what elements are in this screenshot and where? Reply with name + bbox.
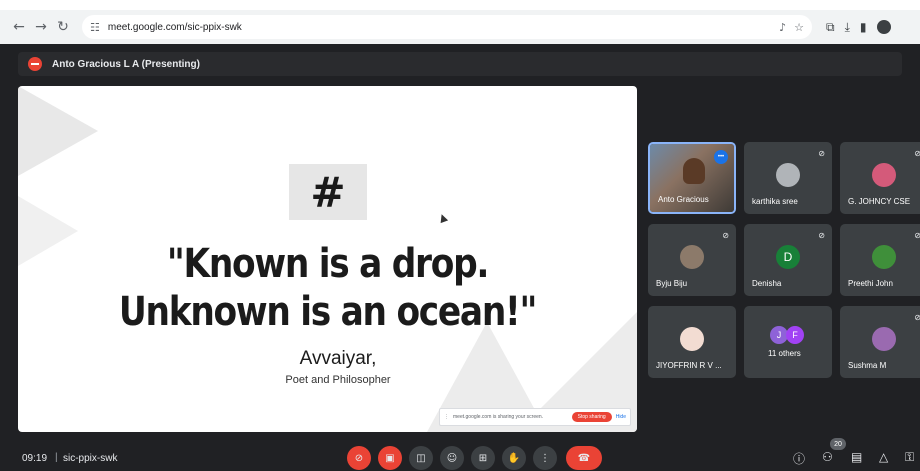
participant-avatar: [872, 327, 896, 351]
participant-avatar: D: [776, 245, 800, 269]
participant-avatar: [872, 163, 896, 187]
download-icon[interactable]: ⤓: [845, 20, 850, 35]
hide-link[interactable]: Hide: [616, 414, 626, 420]
mic-off-icon: ⊘: [914, 313, 920, 322]
screen-sharing-notice: ⋮ meet.google.com is sharing your screen…: [439, 408, 631, 426]
participant-name: karthika sree: [752, 197, 798, 206]
quote-author: Avvaiyar,: [299, 348, 377, 369]
participant-silhouette: [683, 158, 705, 184]
participant-name: Sushma M: [848, 361, 887, 370]
participant-avatar: [680, 245, 704, 269]
host-controls-icon[interactable]: ⚿: [905, 450, 914, 465]
mic-off-icon: ⊘: [818, 149, 825, 158]
speaking-indicator-icon: •••: [714, 150, 728, 164]
captions-icon: ◫: [416, 452, 426, 464]
camera-toggle-button[interactable]: ▣: [378, 446, 402, 470]
slide-quote: "Known is a drop. Unknown is an ocean!": [61, 240, 593, 336]
url-text[interactable]: meet.google.com/sic-ppix-swk: [108, 22, 779, 33]
participant-tile[interactable]: JIYOFFRIN R V ...: [648, 306, 736, 378]
decor-triangle: [18, 86, 98, 176]
hand-icon: ✋: [507, 452, 521, 464]
participant-tile[interactable]: ⊘ G. JOHNCY CSE: [840, 142, 920, 214]
participant-name: JIYOFFRIN R V ...: [656, 361, 722, 370]
mic-off-icon: ⊘: [914, 149, 920, 158]
more-vert-icon: ⋮: [540, 452, 550, 464]
address-bar[interactable]: ☷ meet.google.com/sic-ppix-swk ♪ ☆: [82, 15, 812, 39]
author-role: Poet and Philosopher: [285, 374, 391, 386]
meeting-code: sic-ppix-swk: [63, 453, 118, 464]
captions-button[interactable]: ◫: [409, 446, 433, 470]
emoji-button[interactable]: ☺: [440, 446, 464, 470]
browser-toolbar: ← → ↻ ☷ meet.google.com/sic-ppix-swk ♪ ☆…: [0, 10, 920, 44]
quote-line-2: Unknown is an ocean!": [118, 289, 537, 335]
camera-off-icon: ▣: [385, 452, 395, 464]
info-icon[interactable]: ⓘ: [793, 450, 805, 467]
participant-avatar: [872, 245, 896, 269]
participant-avatar: [680, 327, 704, 351]
participant-tile[interactable]: ⊘ karthika sree: [744, 142, 832, 214]
mic-off-icon: ⊘: [722, 231, 729, 240]
participant-tile[interactable]: ⊘ Preethi John: [840, 224, 920, 296]
presenting-banner: Anto Gracious L A (Presenting): [18, 52, 902, 76]
sharing-text: meet.google.com is sharing your screen.: [453, 414, 544, 420]
activities-icon[interactable]: △: [879, 450, 888, 464]
leave-call-button[interactable]: ☎: [566, 446, 602, 470]
participant-name: Byju Biju: [656, 279, 688, 288]
present-icon: ⊞: [478, 452, 488, 464]
participant-tile[interactable]: ••• Anto Gracious: [648, 142, 736, 214]
sidepanel-icon[interactable]: ▮: [860, 20, 867, 35]
window-top-strip: [0, 0, 920, 10]
separator: |: [55, 452, 58, 463]
raise-hand-button[interactable]: ✋: [502, 446, 526, 470]
present-button[interactable]: ⊞: [471, 446, 495, 470]
mouse-cursor-icon: [437, 212, 449, 224]
others-avatar: F: [786, 326, 804, 344]
participant-name: G. JOHNCY CSE: [848, 197, 911, 206]
reload-icon[interactable]: ↻: [52, 16, 74, 38]
participant-tile[interactable]: ⊘ D Denisha: [744, 224, 832, 296]
emoji-icon: ☺: [446, 452, 458, 464]
mic-off-icon: ⊘: [354, 452, 364, 464]
participant-name: Preethi John: [848, 279, 893, 288]
people-count-badge: 20: [830, 438, 846, 450]
stop-sharing-button[interactable]: Stop sharing: [571, 412, 612, 422]
chat-icon[interactable]: ▤: [851, 450, 862, 464]
profile-icon[interactable]: [876, 19, 891, 34]
presenting-label: Anto Gracious L A (Presenting): [52, 58, 200, 70]
people-icon[interactable]: ⚇: [822, 450, 833, 464]
mic-toggle-button[interactable]: ⊘: [347, 446, 371, 470]
tune-icon[interactable]: ☷: [90, 21, 100, 34]
participant-name: Anto Gracious: [658, 195, 709, 204]
others-count: 11 others: [768, 349, 801, 358]
mic-icon[interactable]: ♪: [779, 21, 786, 34]
participant-tile[interactable]: ⊘ Byju Biju: [648, 224, 736, 296]
mic-off-icon: ⊘: [818, 231, 825, 240]
forward-icon[interactable]: →: [30, 16, 52, 38]
hang-up-icon: ☎: [577, 452, 591, 464]
meeting-time: 09:19: [22, 453, 48, 464]
shared-screen-slide: # "Known is a drop. Unknown is an ocean!…: [18, 86, 637, 432]
quote-line-1: "Known is a drop.: [166, 241, 490, 287]
drag-handle-icon[interactable]: ⋮: [444, 414, 449, 420]
extensions-icon[interactable]: ⧉: [826, 20, 835, 35]
hash-symbol: #: [289, 164, 367, 220]
more-options-button[interactable]: ⋮: [533, 446, 557, 470]
present-screen-icon: [28, 57, 42, 71]
mic-off-icon: ⊘: [914, 231, 920, 240]
star-icon[interactable]: ☆: [794, 21, 804, 34]
back-icon[interactable]: ←: [8, 16, 30, 38]
others-tile[interactable]: J F 11 others: [744, 306, 832, 378]
participant-avatar: [776, 163, 800, 187]
participant-tile[interactable]: ⊘ Sushma M: [840, 306, 920, 378]
participant-name: Denisha: [752, 279, 782, 288]
